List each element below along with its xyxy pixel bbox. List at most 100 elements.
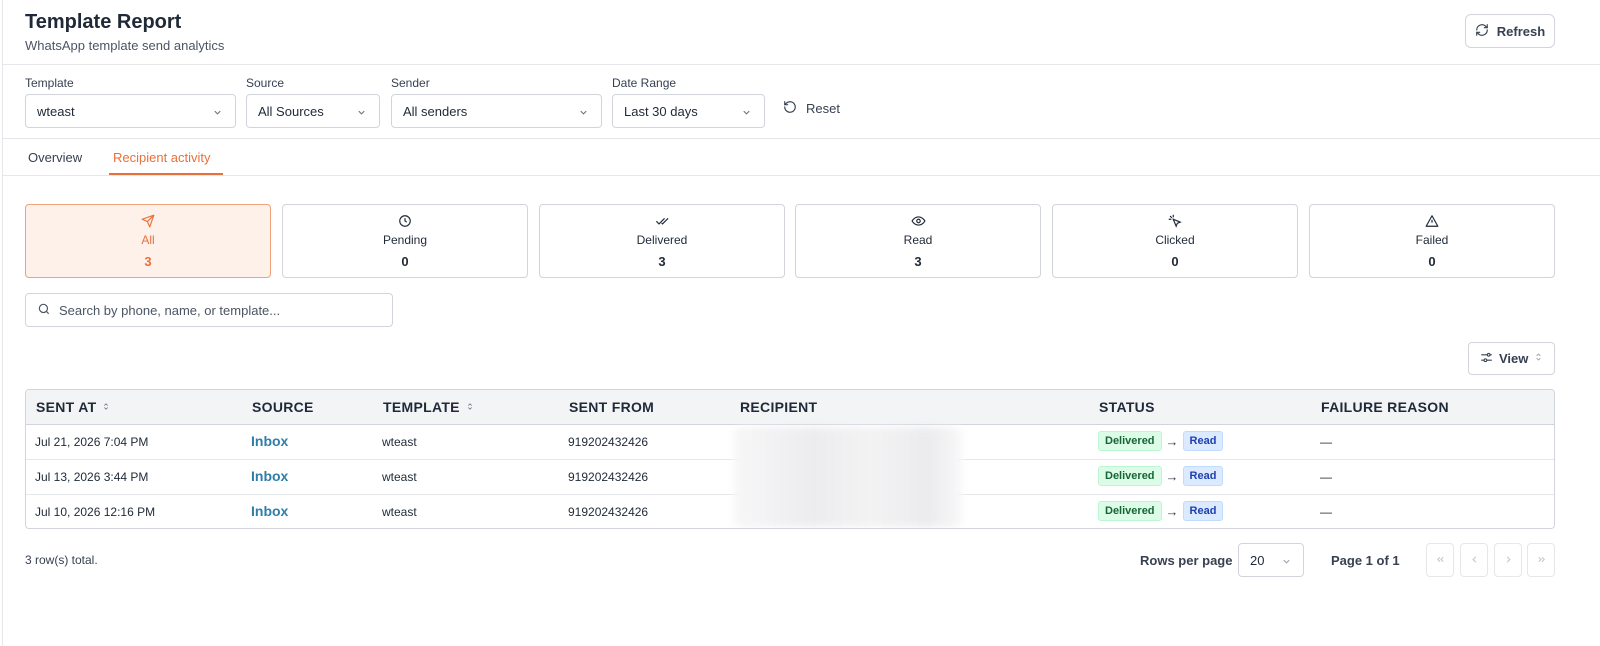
- double-check-icon: [540, 214, 784, 228]
- search-input[interactable]: [59, 302, 379, 318]
- cell-source-link[interactable]: Inbox: [251, 433, 288, 449]
- cell-sent-from: 919202432426: [568, 435, 649, 449]
- chevrons-right-icon: [1536, 553, 1547, 568]
- send-icon: [26, 214, 270, 228]
- source-filter-label: Source: [246, 76, 285, 90]
- column-header-label: SENT FROM: [569, 399, 655, 415]
- status-badge-read: Read: [1182, 466, 1224, 486]
- cell-status: Delivered → Read: [1098, 501, 1224, 521]
- search-box: [25, 293, 393, 327]
- date-range-filter-label: Date Range: [612, 76, 677, 90]
- search-icon: [37, 302, 51, 319]
- page-header: Template Report WhatsApp template send a…: [3, 0, 1600, 65]
- sender-select-value: All senders: [403, 103, 468, 119]
- cell-sent-from: 919202432426: [568, 505, 649, 519]
- table-header: SENT AT SOURCE TEMPLATE SENT FROM RECIPI…: [26, 390, 1554, 425]
- stat-card-read[interactable]: Read 3: [795, 204, 1041, 278]
- status-arrow: →: [1165, 468, 1179, 484]
- stat-label: Failed: [1415, 233, 1449, 247]
- warning-icon: [1310, 214, 1554, 228]
- report-tabs: Overview Recipient activity: [3, 139, 1600, 176]
- next-page-button[interactable]: [1494, 543, 1522, 577]
- cell-source-link[interactable]: Inbox: [251, 468, 288, 484]
- rows-per-page-label: Rows per page: [1140, 553, 1233, 568]
- stat-count: 0: [401, 254, 409, 269]
- stat-card-failed[interactable]: Failed 0: [1309, 204, 1555, 278]
- stat-count: 3: [658, 254, 666, 269]
- column-header-recipient: RECIPIENT: [740, 399, 817, 415]
- refresh-label: Refresh: [1496, 23, 1546, 39]
- stat-count: 3: [144, 254, 152, 269]
- cell-failure-reason: —: [1320, 505, 1332, 519]
- clock-icon: [283, 214, 527, 228]
- column-header-status: STATUS: [1099, 399, 1155, 415]
- active-tab-indicator: [109, 173, 223, 175]
- cell-template: wteast: [382, 505, 417, 519]
- column-header-sent-from: SENT FROM: [569, 399, 654, 415]
- reset-icon: [783, 100, 797, 117]
- tab-recipient-activity[interactable]: Recipient activity: [113, 150, 211, 165]
- cell-failure-reason: —: [1320, 470, 1332, 484]
- status-badge-delivered: Delivered: [1098, 431, 1162, 451]
- first-page-button[interactable]: [1426, 543, 1454, 577]
- previous-page-button[interactable]: [1460, 543, 1488, 577]
- sender-filter-label: Sender: [391, 76, 430, 90]
- stat-card-delivered[interactable]: Delivered 3: [539, 204, 785, 278]
- last-page-button[interactable]: [1527, 543, 1555, 577]
- stat-count: 0: [1428, 254, 1436, 269]
- stat-card-pending[interactable]: Pending 0: [282, 204, 528, 278]
- column-header-label: SOURCE: [252, 399, 314, 415]
- sliders-icon: [1480, 351, 1493, 367]
- sort-icon: [102, 399, 110, 415]
- stat-label: Clicked: [1155, 233, 1195, 247]
- cell-sent-at: Jul 10, 2026 12:16 PM: [35, 505, 156, 519]
- template-select-value: wteast: [37, 103, 75, 119]
- filter-bar: Template wteast Source All Sources Sende…: [3, 65, 1600, 139]
- column-header-sent-at[interactable]: SENT AT: [36, 399, 110, 415]
- stat-label: Delivered: [636, 233, 688, 247]
- cell-template: wteast: [382, 435, 417, 449]
- stat-card-all[interactable]: All 3: [25, 204, 271, 278]
- source-select[interactable]: All Sources: [246, 94, 380, 128]
- refresh-button[interactable]: Refresh: [1465, 14, 1555, 48]
- reset-label: Reset: [806, 101, 840, 116]
- reset-button[interactable]: Reset: [783, 100, 840, 117]
- stat-count: 0: [1171, 254, 1179, 269]
- chevron-right-icon: [1503, 553, 1514, 568]
- eye-icon: [796, 214, 1040, 228]
- cell-sent-from: 919202432426: [568, 470, 649, 484]
- chevron-down-icon: [741, 106, 752, 121]
- view-label: View: [1499, 351, 1529, 366]
- pointer-click-icon: [1053, 214, 1297, 228]
- sort-icon: [466, 399, 474, 415]
- date-range-select-value: Last 30 days: [624, 103, 698, 119]
- refresh-icon: [1475, 23, 1489, 40]
- column-header-label: SENT AT: [36, 399, 97, 415]
- column-header-template[interactable]: TEMPLATE: [383, 399, 474, 415]
- view-options-button[interactable]: View: [1468, 342, 1555, 375]
- column-header-source: SOURCE: [252, 399, 314, 415]
- cell-source-link[interactable]: Inbox: [251, 503, 288, 519]
- column-header-label: TEMPLATE: [383, 399, 460, 415]
- template-filter-label: Template: [25, 76, 74, 90]
- status-badge-delivered: Delivered: [1098, 501, 1162, 521]
- cell-sent-at: Jul 13, 2026 3:44 PM: [35, 470, 149, 484]
- stat-label: Read: [903, 233, 933, 247]
- source-select-value: All Sources: [258, 103, 324, 119]
- date-range-select[interactable]: Last 30 days: [612, 94, 765, 128]
- tab-overview[interactable]: Overview: [28, 150, 82, 165]
- template-select[interactable]: wteast: [25, 94, 236, 128]
- stat-card-clicked[interactable]: Clicked 0: [1052, 204, 1298, 278]
- recipient-activity-table: SENT AT SOURCE TEMPLATE SENT FROM RECIPI…: [25, 389, 1555, 529]
- row-total-count: 3 row(s) total.: [25, 553, 98, 567]
- column-header-failure-reason: FAILURE REASON: [1321, 399, 1449, 415]
- rows-per-page-value: 20: [1250, 552, 1265, 568]
- status-arrow: →: [1165, 433, 1179, 449]
- rows-per-page-select[interactable]: 20: [1238, 543, 1304, 577]
- sender-select[interactable]: All senders: [391, 94, 602, 128]
- chevron-down-icon: [356, 106, 367, 121]
- cell-template: wteast: [382, 470, 417, 484]
- chevron-up-down-icon: [1534, 351, 1543, 366]
- page-title: Template Report: [25, 11, 182, 33]
- cell-failure-reason: —: [1320, 435, 1332, 449]
